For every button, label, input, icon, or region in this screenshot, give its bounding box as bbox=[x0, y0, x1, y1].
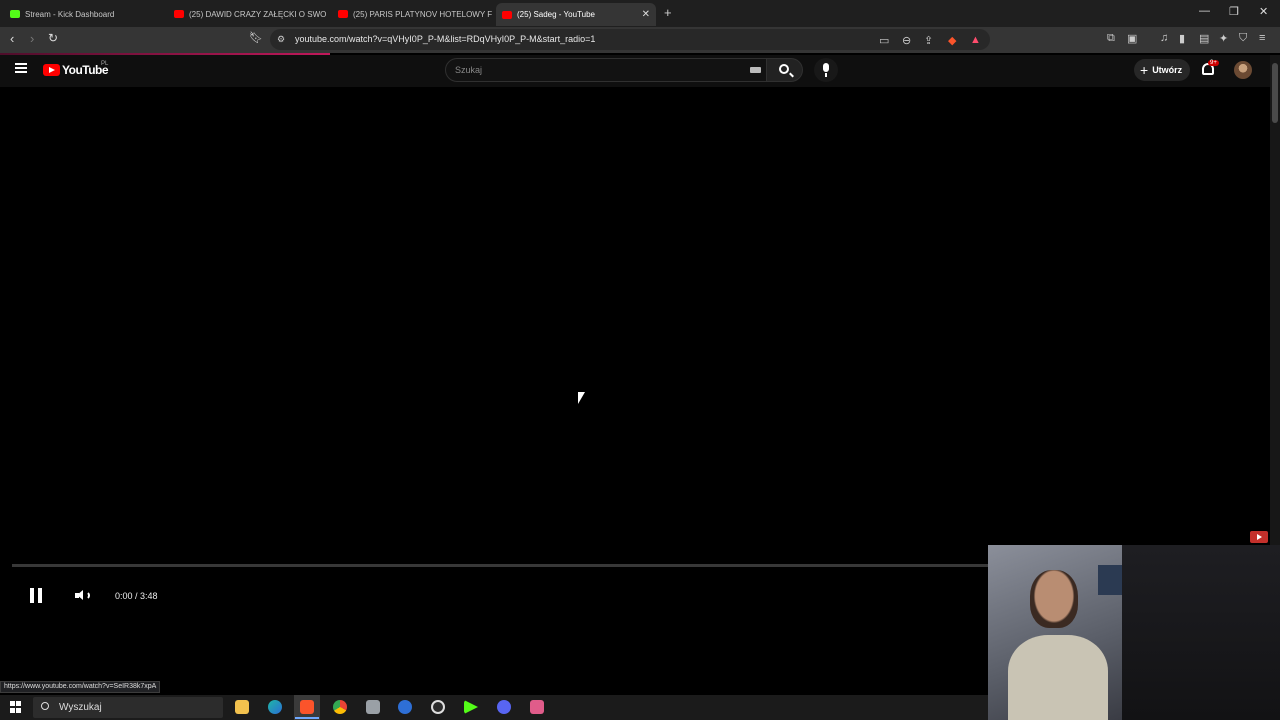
back-icon[interactable]: ‹ bbox=[10, 31, 14, 46]
volume-icon[interactable] bbox=[75, 590, 90, 601]
file-explorer-icon[interactable] bbox=[235, 700, 249, 714]
app-icon[interactable] bbox=[366, 700, 380, 714]
brave-shields-icon[interactable]: ◆ bbox=[948, 34, 956, 47]
new-tab-button[interactable]: + bbox=[664, 5, 672, 20]
create-button[interactable]: + Utwórz bbox=[1134, 59, 1190, 81]
search-placeholder: Szukaj bbox=[455, 65, 483, 75]
windows-start-icon[interactable] bbox=[10, 701, 22, 713]
kick-icon bbox=[10, 10, 20, 18]
tab-title: (25) PARIS PLATYNOV HOTELOWY FR bbox=[353, 9, 492, 19]
tab-title: Stream - Kick Dashboard bbox=[25, 9, 115, 19]
search-input[interactable]: Szukaj bbox=[445, 58, 767, 82]
tab-title: (25) Sadeg - YouTube bbox=[517, 10, 595, 19]
restore-icon[interactable]: ❐ bbox=[1229, 5, 1239, 18]
browser-toolbar: ‹ › ↻ 🔖︎ ⚙︎ youtube.com/watch?v=qVHyI0P_… bbox=[0, 27, 1280, 53]
bookmark-icon[interactable]: 🔖︎ bbox=[249, 31, 263, 44]
search-icon bbox=[779, 64, 789, 74]
minimize-icon[interactable]: — bbox=[1199, 5, 1210, 17]
youtube-logo-icon[interactable] bbox=[43, 64, 60, 76]
youtube-header: YouTube PL Szukaj + Utwórz 9+ bbox=[0, 55, 1270, 87]
music-icon[interactable]: ♫ bbox=[1160, 32, 1168, 44]
close-window-icon[interactable]: ✕ bbox=[1259, 5, 1268, 18]
tab-youtube-active[interactable]: (25) Sadeg - YouTube ✕ bbox=[496, 3, 656, 26]
forward-icon[interactable]: › bbox=[30, 31, 34, 46]
tab-youtube-1[interactable]: (25) DAWID CRAZY ZAŁĘCKI O SWO bbox=[168, 4, 328, 24]
menu-icon[interactable]: ≡ bbox=[1259, 32, 1265, 44]
status-bar-url: https://www.youtube.com/watch?v=SeIR38k7… bbox=[0, 681, 161, 693]
keyboard-icon[interactable] bbox=[750, 67, 761, 73]
avatar[interactable] bbox=[1234, 61, 1252, 79]
edge-icon[interactable] bbox=[268, 700, 282, 714]
close-tab-icon[interactable]: ✕ bbox=[642, 9, 650, 20]
tab-title: (25) DAWID CRAZY ZAŁĘCKI O SWO bbox=[189, 9, 327, 19]
share-icon[interactable]: ⇪ bbox=[924, 34, 933, 47]
reload-icon[interactable]: ↻ bbox=[48, 31, 58, 45]
create-label: Utwórz bbox=[1152, 65, 1183, 75]
address-bar[interactable]: ⚙︎ youtube.com/watch?v=qVHyI0P_P-M&list=… bbox=[270, 29, 990, 50]
menu-icon[interactable] bbox=[15, 63, 27, 73]
search-button[interactable] bbox=[767, 58, 803, 82]
webcam-person-head bbox=[1030, 570, 1078, 628]
youtube-end-screen-icon[interactable] bbox=[1250, 531, 1268, 543]
leo-ai-icon[interactable]: ✦ bbox=[1219, 32, 1228, 45]
windows-taskbar: Wyszukaj bbox=[0, 695, 988, 720]
mouse-cursor-icon bbox=[578, 392, 585, 404]
pause-icon[interactable] bbox=[30, 588, 42, 603]
vpn-icon[interactable]: ⛉ bbox=[1239, 32, 1247, 45]
cast-icon[interactable]: ▭ bbox=[879, 34, 889, 47]
country-code: PL bbox=[101, 61, 109, 67]
webcam-poster bbox=[1098, 565, 1122, 595]
url-text[interactable]: youtube.com/watch?v=qVHyI0P_P-M&list=RDq… bbox=[295, 34, 595, 44]
discord-icon[interactable] bbox=[497, 700, 511, 714]
brave-rewards-icon[interactable]: ▲ bbox=[970, 34, 981, 46]
scrollbar-thumb[interactable] bbox=[1272, 63, 1278, 123]
extensions-icon[interactable]: ⧉ bbox=[1107, 32, 1115, 45]
site-info-icon[interactable]: ⚙︎ bbox=[277, 34, 285, 45]
youtube-icon bbox=[502, 10, 512, 19]
webcam-person-body bbox=[1008, 635, 1108, 720]
tab-youtube-2[interactable]: (25) PARIS PLATYNOV HOTELOWY FR bbox=[332, 4, 492, 24]
sidebar-icon[interactable]: ▮ bbox=[1179, 32, 1185, 45]
video-progress-bar[interactable] bbox=[12, 564, 988, 567]
youtube-icon bbox=[174, 10, 184, 18]
ccleaner-icon[interactable] bbox=[398, 700, 412, 714]
notifications-badge: 9+ bbox=[1208, 60, 1219, 66]
browser-tabstrip: Stream - Kick Dashboard (25) DAWID CRAZY… bbox=[0, 0, 1280, 27]
tab-kick-dashboard[interactable]: Stream - Kick Dashboard bbox=[4, 4, 164, 24]
screen: Stream - Kick Dashboard (25) DAWID CRAZY… bbox=[0, 0, 1280, 720]
wallet-icon[interactable]: ▣ bbox=[1127, 32, 1137, 45]
taskbar-search-label: Wyszukaj bbox=[59, 702, 102, 713]
chrome-icon[interactable] bbox=[333, 700, 347, 714]
zoom-icon[interactable]: ⊖ bbox=[902, 34, 911, 47]
play-icon[interactable] bbox=[464, 700, 478, 714]
obs-icon[interactable] bbox=[431, 700, 445, 714]
voice-search-button[interactable] bbox=[814, 58, 838, 82]
tab-search-icon[interactable]: ▤ bbox=[1199, 32, 1209, 45]
taskbar-search-input[interactable]: Wyszukaj bbox=[33, 697, 223, 718]
app-icon-2[interactable] bbox=[530, 700, 544, 714]
video-time: 0:00 / 3:48 bbox=[115, 591, 158, 601]
webcam-overlay bbox=[988, 545, 1280, 720]
brave-icon[interactable] bbox=[295, 700, 319, 719]
plus-icon: + bbox=[1140, 62, 1149, 78]
search-icon bbox=[41, 702, 49, 710]
youtube-icon bbox=[338, 10, 348, 18]
